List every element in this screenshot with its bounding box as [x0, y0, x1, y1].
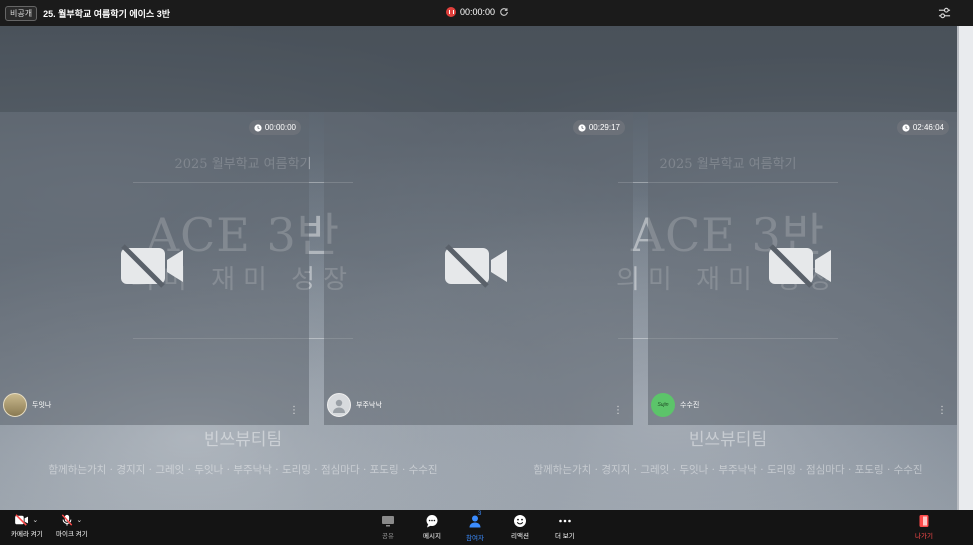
participants-label: 참여자: [466, 535, 484, 542]
video-tile[interactable]: 00:29:17 부주낙낙 ⋮: [324, 112, 633, 425]
camera-off-icon: [769, 244, 831, 288]
video-tile[interactable]: 02:46:04 Sujin 수수진 ⋮: [648, 112, 957, 425]
more-button[interactable]: 더 보기: [555, 514, 575, 540]
tile-timer-text: 00:29:17: [588, 123, 620, 132]
default-avatar-icon: [333, 399, 345, 413]
camera-off-icon: [15, 514, 29, 526]
message-button[interactable]: 메시지: [423, 514, 441, 540]
share-label: 공유: [382, 533, 394, 540]
avatar: [327, 393, 351, 417]
leave-label: 나가기: [915, 533, 933, 540]
camera-off-icon: [121, 244, 183, 288]
top-bar: 비공개 25. 월부학교 여름학기 에이스 3반 00:00:00: [0, 0, 973, 26]
tile-more-icon[interactable]: ⋮: [613, 406, 623, 416]
mic-off-icon: [62, 514, 73, 526]
share-screen-icon: [382, 516, 394, 527]
refresh-icon[interactable]: [499, 7, 509, 17]
poster-team: 빈쓰뷰티팀: [203, 430, 283, 450]
tile-more-icon[interactable]: ⋮: [937, 406, 947, 416]
meeting-title: 25. 월부학교 여름학기 에이스 3반: [43, 8, 170, 19]
tile-more-icon[interactable]: ⋮: [289, 406, 299, 416]
clock-icon: [254, 123, 262, 132]
participant-name: 부주낙낙: [356, 402, 382, 409]
bottom-toolbar: ⌄ 카메라 켜기 ⌄ 마이크 켜기 공유 메시지 3 참여자 리액션 더 보기 …: [0, 510, 973, 545]
camera-off-icon: [445, 244, 507, 288]
participant-name: 수수진: [680, 402, 700, 409]
chevron-down-icon[interactable]: ⌄: [76, 516, 82, 524]
poster-members: 함께하는가치 · 경지지 · 그레잇 · 두잇나 · 부주낙낙 · 도리밍 · …: [48, 464, 438, 476]
tile-timer: 00:00:00: [248, 120, 301, 135]
clock-icon: [902, 123, 910, 132]
mic-button[interactable]: ⌄ 마이크 켜기: [56, 514, 88, 538]
avatar: [3, 393, 27, 417]
tile-timer: 00:29:17: [572, 120, 625, 135]
smiley-icon: [513, 515, 526, 527]
participant-name: 두잇나: [32, 402, 52, 409]
video-stage: 2025 월부학교 여름학기 ACE 3반 의미 재미 성장 빈쓰뷰티팀 함께하…: [0, 26, 957, 510]
share-button[interactable]: 공유: [381, 514, 395, 540]
reaction-label: 리액션: [511, 533, 529, 540]
avatar: Sujin: [651, 393, 675, 417]
visibility-badge: 비공개: [5, 5, 38, 21]
more-label: 더 보기: [555, 533, 575, 540]
participant-info: 부주낙낙: [327, 393, 382, 417]
leave-button[interactable]: 나가기: [915, 514, 933, 540]
record-icon: [446, 7, 456, 17]
tile-timer-text: 02:46:04: [912, 123, 944, 132]
settings-sliders-icon[interactable]: [938, 7, 951, 19]
participant-info: Sujin 수수진: [651, 393, 699, 417]
chevron-down-icon[interactable]: ⌄: [32, 516, 38, 524]
tile-timer: 02:46:04: [896, 120, 949, 135]
participant-info: 두잇나: [3, 393, 51, 417]
video-tile[interactable]: 00:00:00 두잇나 ⋮: [0, 112, 309, 425]
poster-team: 빈쓰뷰티팀: [688, 430, 768, 450]
clock-icon: [578, 123, 586, 132]
message-label: 메시지: [423, 533, 441, 540]
tile-timer-text: 00:00:00: [264, 123, 296, 132]
chat-bubble-icon: [426, 515, 438, 528]
camera-button[interactable]: ⌄ 카메라 켜기: [11, 514, 43, 538]
recording-status[interactable]: 00:00:00: [446, 7, 509, 17]
recording-time: 00:00:00: [460, 7, 496, 17]
camera-label: 카메라 켜기: [11, 531, 43, 538]
mic-label: 마이크 켜기: [56, 531, 88, 538]
side-panel-edge: [957, 26, 973, 510]
reaction-button[interactable]: 리액션: [511, 514, 529, 540]
participants-button[interactable]: 3 참여자: [466, 511, 484, 542]
stage-top-strip: [0, 26, 957, 112]
more-dots-icon: [559, 519, 571, 523]
participants-count: 3: [477, 511, 482, 517]
poster-members: 함께하는가치 · 경지지 · 그레잇 · 두잇나 · 부주낙낙 · 도리밍 · …: [533, 464, 923, 476]
leave-door-icon: [919, 515, 929, 527]
